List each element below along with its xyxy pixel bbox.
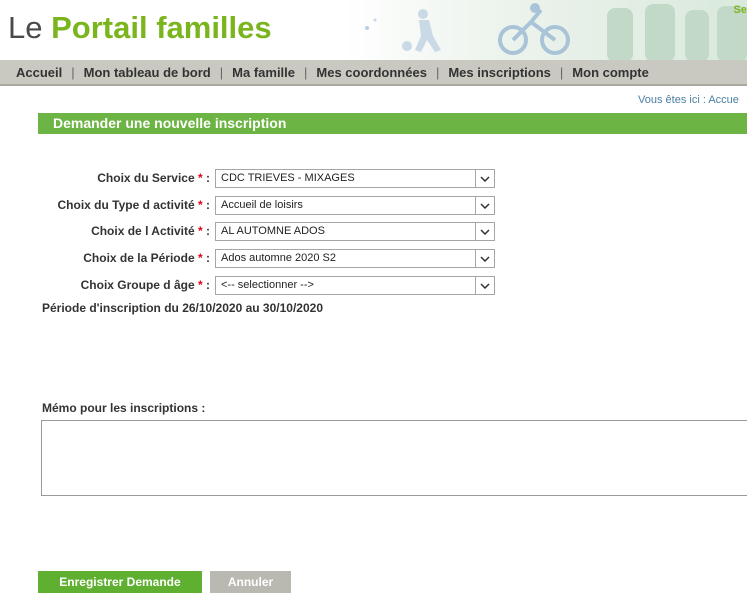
age-group-label: Choix Groupe d âge * : xyxy=(80,278,210,292)
period-label-text: Choix de la Période xyxy=(83,251,195,265)
required-marker: * xyxy=(197,171,203,185)
service-select-value: CDC TRIEVES - MIXAGES xyxy=(221,172,355,184)
nav-mes-inscriptions[interactable]: Mes inscriptions xyxy=(448,65,551,80)
required-marker: * xyxy=(197,198,203,212)
activity-type-select-value: Accueil de loisirs xyxy=(221,199,303,211)
nav-separator: | xyxy=(435,64,440,80)
age-group-select[interactable]: <-- selectionner --> xyxy=(215,276,495,295)
required-marker: * xyxy=(197,278,203,292)
cancel-button[interactable]: Annuler xyxy=(210,571,291,593)
header-corner-link[interactable]: Se xyxy=(734,4,747,16)
memo-label: Mémo pour les inscriptions : xyxy=(42,401,206,415)
nav-accueil[interactable]: Accueil xyxy=(16,65,62,80)
chevron-down-icon xyxy=(475,223,494,240)
service-select[interactable]: CDC TRIEVES - MIXAGES xyxy=(215,169,495,188)
nav-tableau-de-bord[interactable]: Mon tableau de bord xyxy=(84,65,211,80)
period-label: Choix de la Période * : xyxy=(83,251,210,265)
nav-ma-famille[interactable]: Ma famille xyxy=(232,65,295,80)
service-label: Choix du Service * : xyxy=(97,171,210,185)
nav-mes-coordonnees[interactable]: Mes coordonnées xyxy=(316,65,427,80)
nav-separator: | xyxy=(219,64,224,80)
activity-label: Choix de l Activité * : xyxy=(91,224,210,238)
required-marker: * xyxy=(197,251,203,265)
activity-type-label-text: Choix du Type d activité xyxy=(57,198,195,212)
family-activities-illustration xyxy=(345,0,747,62)
age-group-select-value: <-- selectionner --> xyxy=(221,279,314,291)
activity-select-value: AL AUTOMNE ADOS xyxy=(221,225,325,237)
save-request-button[interactable]: Enregistrer Demande xyxy=(38,571,202,593)
nav-separator: | xyxy=(559,64,564,80)
nav-mon-compte[interactable]: Mon compte xyxy=(572,65,649,80)
site-logo[interactable]: Le Portail familles xyxy=(8,8,272,48)
activity-label-text: Choix de l Activité xyxy=(91,224,195,238)
activity-select[interactable]: AL AUTOMNE ADOS xyxy=(215,222,495,241)
activity-type-label: Choix du Type d activité * : xyxy=(57,198,211,212)
nav-separator: | xyxy=(304,64,308,80)
chevron-down-icon xyxy=(475,197,494,214)
page-title: Demander une nouvelle inscription xyxy=(38,113,747,134)
chevron-down-icon xyxy=(475,250,494,267)
brand-name: Portail familles xyxy=(51,10,272,45)
brand-prefix: Le xyxy=(8,10,52,45)
breadcrumb: Vous êtes ici : Accue xyxy=(638,94,739,106)
period-select-value: Ados automne 2020 S2 xyxy=(221,252,336,264)
registration-period-text: Période d'inscription du 26/10/2020 au 3… xyxy=(42,301,323,315)
main-navigation: Accueil | Mon tableau de bord | Ma famil… xyxy=(0,60,747,86)
memo-textarea[interactable] xyxy=(41,420,747,496)
activity-type-select[interactable]: Accueil de loisirs xyxy=(215,196,495,215)
chevron-down-icon xyxy=(475,170,494,187)
age-group-label-text: Choix Groupe d âge xyxy=(80,278,195,292)
header-banner-illustration: Se xyxy=(345,0,747,62)
service-label-text: Choix du Service xyxy=(97,171,195,185)
required-marker: * xyxy=(197,224,203,238)
chevron-down-icon xyxy=(475,277,494,294)
nav-separator: | xyxy=(71,64,75,80)
period-select[interactable]: Ados automne 2020 S2 xyxy=(215,249,495,268)
